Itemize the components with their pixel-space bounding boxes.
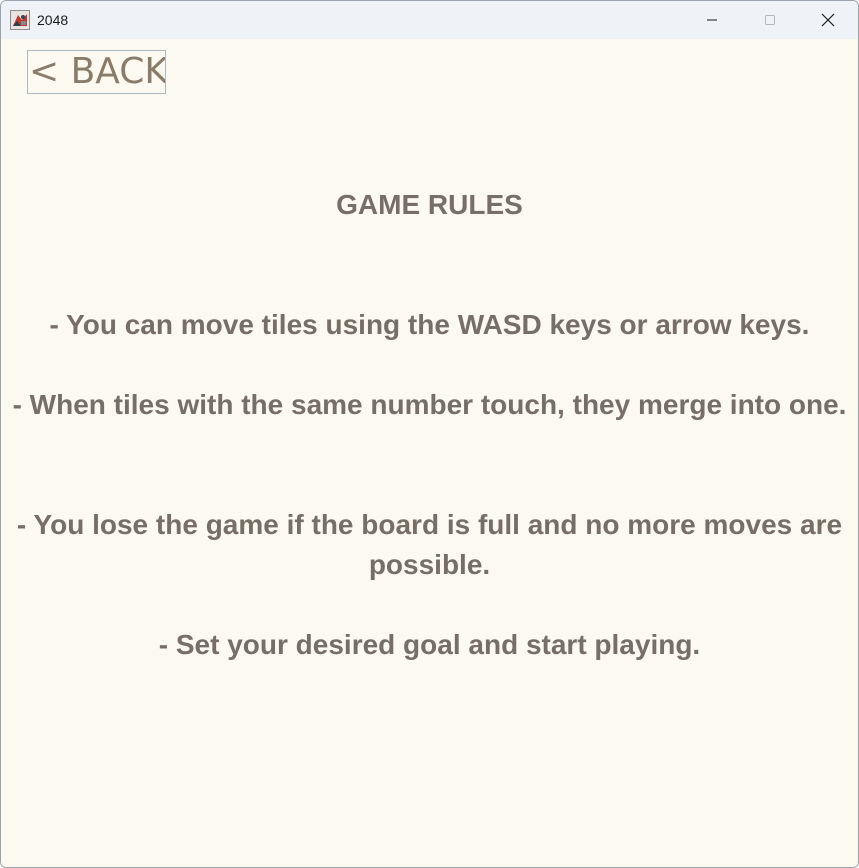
window-title: 2048 <box>37 12 69 28</box>
close-icon <box>821 13 835 27</box>
rule-item: - Set your desired goal and start playin… <box>158 629 701 660</box>
maximize-button[interactable] <box>741 1 799 39</box>
rules-panel: < BACK GAME RULES - You can move tiles u… <box>1 39 858 867</box>
maximize-icon <box>765 15 775 25</box>
rule-item: - When tiles with the same number touch,… <box>12 389 847 420</box>
close-button[interactable] <box>799 1 857 39</box>
back-button[interactable]: < BACK <box>27 50 166 94</box>
app-window: 2048 < BACK GAME RULES - You can move ti… <box>0 0 859 868</box>
rule-item: - You lose the game if the board is full… <box>16 509 843 580</box>
rules-title: GAME RULES <box>336 189 523 220</box>
minimize-icon <box>707 19 717 21</box>
minimize-button[interactable] <box>683 1 741 39</box>
title-bar[interactable]: 2048 <box>1 1 858 39</box>
rule-item: - You can move tiles using the WASD keys… <box>49 309 810 340</box>
java-app-icon <box>10 10 30 30</box>
